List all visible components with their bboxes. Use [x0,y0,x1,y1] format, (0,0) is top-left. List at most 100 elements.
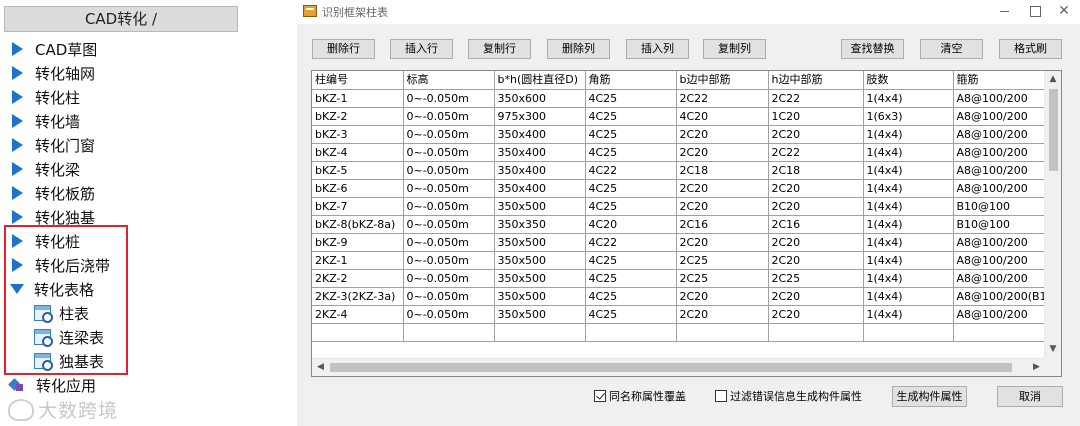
expand-arrow-icon[interactable] [12,210,23,224]
expand-arrow-icon[interactable] [12,66,23,80]
table-cell[interactable] [863,323,954,342]
tree-item-convert-slab-rebar[interactable]: 转化板筋 [10,181,95,205]
scroll-up-icon[interactable]: ▲ [1045,71,1061,88]
table-cell[interactable]: bKZ-2 [312,107,404,126]
tree-item-convert-axis[interactable]: 转化轴网 [10,61,95,85]
tree-item-convert-column[interactable]: 转化柱 [10,85,80,109]
table-row[interactable]: bKZ-9 0~-0.050m 350x500 4C22 2C20 2C20 1(4x4) A… [312,233,1059,252]
table-row[interactable]: 2KZ-4 0~-0.050m 350x500 4C25 2C20 2C20 1(4x4) A… [312,305,1059,324]
table-cell[interactable]: 1C20 [768,107,864,126]
generate-properties-button[interactable]: 生成构件属性 [892,386,967,407]
table-cell[interactable]: 2C25 [676,269,769,288]
table-cell[interactable]: bKZ-3 [312,125,404,144]
table-cell[interactable]: 2KZ-2 [312,269,404,288]
table-cell[interactable]: 2C22 [768,143,864,162]
table-cell[interactable]: 350x500 [494,269,586,288]
expand-arrow-icon[interactable] [12,186,23,200]
table-cell[interactable]: 2C25 [676,251,769,270]
table-cell[interactable]: 1(4x4) [863,251,954,270]
table-cell[interactable]: bKZ-9 [312,233,404,252]
table-cell[interactable]: A8@100/200 [953,251,1059,270]
table-cell[interactable]: 1(4x4) [863,305,954,324]
table-cell[interactable]: 2C20 [676,197,769,216]
table-cell[interactable]: 0~-0.050m [403,305,495,324]
table-cell[interactable]: 2C16 [676,215,769,234]
table-cell[interactable]: 0~-0.050m [403,107,495,126]
table-row[interactable]: bKZ-4 0~-0.050m 350x400 4C25 2C20 2C22 1(4x4) A… [312,143,1059,162]
table-row[interactable] [312,323,1059,342]
expand-arrow-icon[interactable] [12,114,23,128]
table-cell[interactable]: 350x600 [494,89,586,108]
table-cell[interactable] [676,323,769,342]
table-cell[interactable]: A8@100/200 [953,179,1059,198]
close-icon[interactable]: ✕ [1049,2,1079,20]
table-cell[interactable] [585,323,677,342]
panel-header[interactable]: CAD转化 / [4,6,238,32]
table-cell[interactable]: A8@100/200 [953,143,1059,162]
table-cell[interactable]: A8@100/200 [953,107,1059,126]
table-cell[interactable]: 2KZ-3(2KZ-3a) [312,287,404,306]
table-cell[interactable]: 2C22 [768,89,864,108]
horizontal-scrollbar[interactable]: ◀ ▶ [312,358,1045,376]
table-cell[interactable]: 1(4x4) [863,269,954,288]
table-cell[interactable]: 2C20 [676,179,769,198]
table-cell[interactable]: 4C25 [585,125,677,144]
expand-arrow-icon[interactable] [12,162,23,176]
table-cell[interactable]: 0~-0.050m [403,143,495,162]
tree-item-convert-apply[interactable]: 转化应用 [10,373,96,397]
table-cell[interactable]: 350x500 [494,251,586,270]
table-cell[interactable]: 0~-0.050m [403,161,495,180]
insert-column-button[interactable]: 插入列 [626,39,689,59]
table-cell[interactable]: 2C20 [676,287,769,306]
clear-button[interactable]: 清空 [920,39,983,59]
column-header[interactable]: 箍筋 [953,71,1059,90]
table-cell[interactable]: 350x500 [494,305,586,324]
table-cell[interactable]: bKZ-1 [312,89,404,108]
table-row[interactable]: bKZ-2 0~-0.050m 975x300 4C25 4C20 1C20 1(6x3) A… [312,107,1059,126]
table-cell[interactable]: 0~-0.050m [403,287,495,306]
column-table-grid[interactable]: 柱编号 标高 b*h(圆柱直径D) 角筋 b边中部筋 h边中部筋 肢数 箍筋 bKZ-1 0~-0… [311,70,1062,377]
table-row[interactable]: bKZ-8(bKZ-8a) 0~-0.050m 350x350 4C20 2C16 2C1… [312,215,1059,234]
find-replace-button[interactable]: 查找替换 [841,39,904,59]
expand-arrow-icon[interactable] [12,138,23,152]
delete-row-button[interactable]: 删除行 [312,39,375,59]
table-cell[interactable]: 2C20 [768,233,864,252]
table-cell[interactable]: 2C20 [676,305,769,324]
table-cell[interactable]: 2C20 [768,125,864,144]
copy-row-button[interactable]: 复制行 [468,39,531,59]
table-cell[interactable]: 1(4x4) [863,125,954,144]
table-cell[interactable]: 2C18 [768,161,864,180]
column-header[interactable]: b*h(圆柱直径D) [494,71,586,90]
format-brush-button[interactable]: 格式刷 [999,39,1062,59]
expand-arrow-icon[interactable] [12,90,23,104]
table-cell[interactable] [494,323,586,342]
table-cell[interactable]: 350x400 [494,161,586,180]
table-cell[interactable]: 4C22 [585,161,677,180]
delete-column-button[interactable]: 删除列 [547,39,610,59]
table-cell[interactable]: 4C20 [676,107,769,126]
table-cell[interactable]: 2C20 [768,251,864,270]
table-cell[interactable]: B10@100 [953,197,1059,216]
table-cell[interactable]: 1(4x4) [863,143,954,162]
table-cell[interactable]: 2C20 [676,143,769,162]
table-cell[interactable]: B10@100 [953,215,1059,234]
table-cell[interactable]: 2C20 [768,305,864,324]
table-cell[interactable]: 1(6x3) [863,107,954,126]
table-cell[interactable]: A8@100/200 [953,161,1059,180]
table-cell[interactable]: 4C25 [585,143,677,162]
scroll-left-icon[interactable]: ◀ [312,359,329,376]
table-cell[interactable]: 1(4x4) [863,197,954,216]
table-cell[interactable]: 0~-0.050m [403,233,495,252]
table-row[interactable]: 2KZ-3(2KZ-3a) 0~-0.050m 350x500 4C25 2C20 2C2… [312,287,1059,306]
table-cell[interactable]: 2C20 [676,125,769,144]
table-cell[interactable]: 2KZ-1 [312,251,404,270]
table-cell[interactable]: 975x300 [494,107,586,126]
scroll-right-icon[interactable]: ▶ [1028,359,1045,376]
maximize-button[interactable] [1019,2,1049,20]
table-cell[interactable]: A8@100/200 [953,269,1059,288]
table-cell[interactable]: bKZ-6 [312,179,404,198]
table-cell[interactable] [312,323,404,342]
minimize-button[interactable] [989,2,1019,20]
column-header[interactable]: h边中部筋 [768,71,864,90]
table-row[interactable]: bKZ-7 0~-0.050m 350x500 4C25 2C20 2C20 1(4x4) B… [312,197,1059,216]
